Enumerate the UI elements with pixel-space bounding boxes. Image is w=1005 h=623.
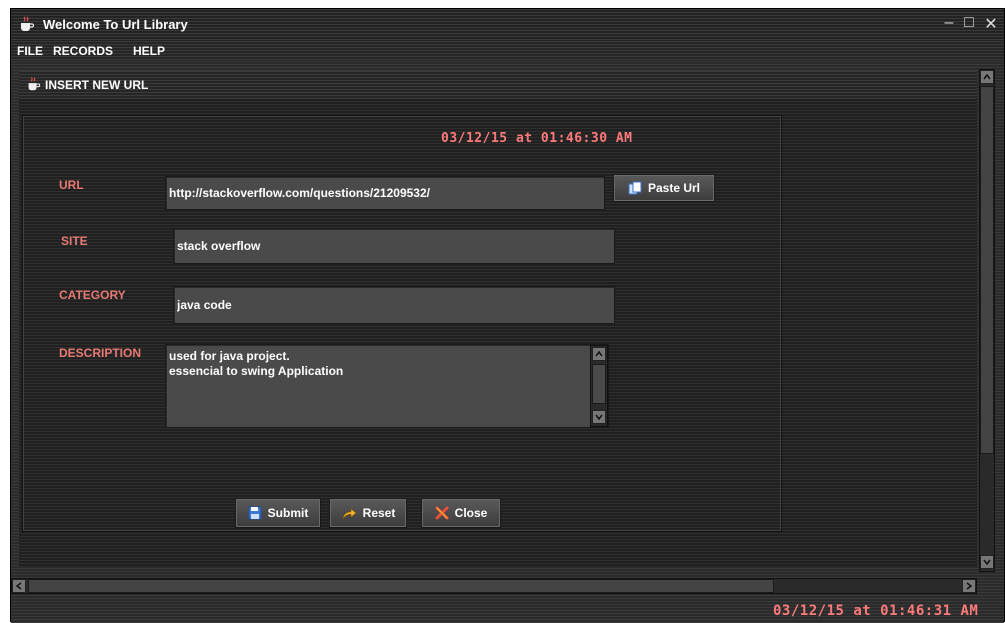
- java-cup-icon: [21, 16, 35, 31]
- chevron-right-icon: [966, 582, 972, 590]
- vertical-scroll-thumb[interactable]: [980, 86, 994, 454]
- save-disk-icon: [248, 506, 262, 520]
- clipboard-icon: [628, 181, 642, 195]
- menu-records[interactable]: RECORDS: [53, 44, 113, 58]
- window-title: Welcome To Url Library: [43, 17, 188, 32]
- menu-help[interactable]: HELP: [133, 44, 165, 58]
- scroll-left-button[interactable]: [12, 579, 26, 593]
- chevron-left-icon: [16, 582, 22, 590]
- red-x-icon: [435, 506, 449, 520]
- title-bar[interactable]: Welcome To Url Library – □ ✕: [11, 9, 1004, 41]
- category-label: CATEGORY: [59, 288, 126, 302]
- minimize-button[interactable]: –: [939, 14, 959, 32]
- category-field[interactable]: [173, 286, 615, 324]
- scroll-thumb[interactable]: [592, 364, 606, 404]
- close-label: Close: [454, 506, 488, 520]
- site-label: SITE: [61, 234, 88, 248]
- scroll-up-button[interactable]: [980, 70, 994, 84]
- close-window-button[interactable]: ✕: [981, 14, 1001, 34]
- desktop-horizontal-scrollbar[interactable]: [11, 578, 977, 594]
- reset-button[interactable]: Reset: [329, 498, 407, 528]
- submit-label: Submit: [267, 506, 309, 520]
- description-textarea[interactable]: used for java project. essencial to swin…: [166, 345, 584, 425]
- chevron-down-icon: [595, 414, 603, 420]
- close-button[interactable]: Close: [421, 498, 501, 528]
- form-panel: 03/12/15 at 01:46:30 AM URL Paste Url SI…: [22, 115, 782, 532]
- paste-url-button[interactable]: Paste Url: [613, 174, 715, 202]
- url-field[interactable]: [165, 176, 605, 210]
- desktop-pane: INSERT NEW URL 03/12/15 at 01:46:30 AM U…: [11, 61, 1004, 623]
- redo-arrow-icon: [342, 508, 357, 520]
- maximize-button[interactable]: □: [959, 14, 979, 32]
- description-area: used for java project. essencial to swin…: [165, 344, 609, 428]
- url-label: URL: [59, 178, 84, 192]
- chevron-down-icon: [983, 559, 991, 565]
- paste-url-label: Paste Url: [647, 181, 701, 195]
- app-window: Welcome To Url Library – □ ✕ FILE RECORD…: [10, 8, 1005, 623]
- java-cup-icon: [28, 77, 41, 91]
- description-label: DESCRIPTION: [59, 346, 142, 360]
- site-field[interactable]: [173, 228, 615, 264]
- chevron-up-icon: [983, 74, 991, 80]
- menu-bar: FILE RECORDS HELP: [11, 41, 1004, 61]
- insert-url-frame: INSERT NEW URL 03/12/15 at 01:46:30 AM U…: [19, 71, 977, 566]
- description-scrollbar[interactable]: [590, 345, 608, 427]
- reset-label: Reset: [362, 506, 396, 520]
- scroll-down-button[interactable]: [980, 555, 994, 569]
- frame-datetime: 03/12/15 at 01:46:30 AM: [441, 131, 633, 146]
- menu-file[interactable]: FILE: [17, 44, 43, 58]
- horizontal-scroll-thumb[interactable]: [28, 579, 774, 593]
- chevron-up-icon: [595, 351, 603, 357]
- status-datetime: 03/12/15 at 01:46:31 AM: [773, 603, 979, 619]
- scroll-right-button[interactable]: [962, 579, 976, 593]
- submit-button[interactable]: Submit: [235, 498, 321, 528]
- scroll-down-button[interactable]: [592, 410, 606, 424]
- scroll-up-button[interactable]: [592, 347, 606, 361]
- frame-title: INSERT NEW URL: [45, 78, 149, 92]
- desktop-vertical-scrollbar[interactable]: [979, 69, 995, 572]
- frame-title-bar[interactable]: INSERT NEW URL: [19, 71, 977, 99]
